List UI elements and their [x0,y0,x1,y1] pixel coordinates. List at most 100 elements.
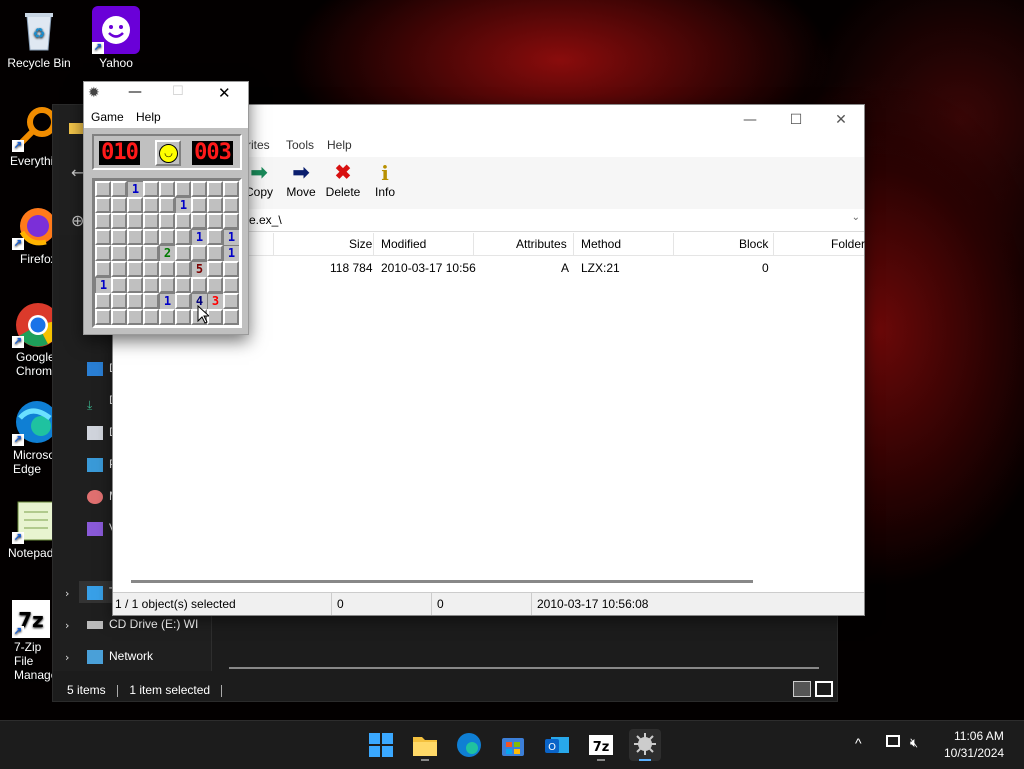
details-view-icon[interactable] [793,681,811,697]
column-method[interactable]: Method [581,237,621,251]
mine-cell-number[interactable]: 5 [191,261,207,277]
mine-cell[interactable] [191,277,207,293]
clock-date[interactable]: 10/31/2024 [944,746,1004,760]
column-attributes[interactable]: Attributes [516,237,567,251]
taskbar-edge[interactable] [453,729,485,761]
mine-cell[interactable] [111,309,127,325]
mine-cell[interactable] [127,293,143,309]
chevron-right-icon[interactable]: › [65,587,69,600]
mine-cell[interactable] [111,245,127,261]
mine-cell[interactable] [127,197,143,213]
desktop-icon-microsoft-edge[interactable]: ↗ Microsoft Edge [0,398,60,476]
mine-cell[interactable] [223,293,239,309]
mine-cell[interactable] [111,229,127,245]
mine-cell[interactable] [159,309,175,325]
minesweeper-titlebar[interactable]: ✹ — ☐ ✕ [84,82,248,106]
desktop-icon-notepad[interactable]: ↗ Notepad [0,496,60,560]
mine-cell-number[interactable]: 1 [159,293,175,309]
mine-cell[interactable] [175,277,191,293]
mine-cell[interactable] [143,181,159,197]
chevron-right-icon[interactable]: › [65,619,69,632]
desktop-icon-google-chrome[interactable]: ↗ Google Chrome [0,300,60,378]
mine-cell[interactable] [159,213,175,229]
mine-cell[interactable] [143,309,159,325]
menu-tools[interactable]: Tools [286,138,314,152]
mine-cell[interactable] [127,229,143,245]
mine-cell[interactable] [191,181,207,197]
minimize-button[interactable]: — [727,105,773,135]
taskbar-7zip[interactable]: 7z [585,729,617,761]
mine-cell[interactable] [127,213,143,229]
mine-cell[interactable] [111,213,127,229]
mine-cell[interactable] [207,181,223,197]
mine-cell[interactable] [95,181,111,197]
taskbar-file-explorer[interactable] [409,729,441,761]
mine-cell[interactable] [95,245,111,261]
mine-cell[interactable] [95,309,111,325]
mine-cell[interactable] [159,261,175,277]
mine-cell-number[interactable]: 1 [95,277,111,293]
mine-cell-number[interactable]: 1 [127,181,143,197]
mine-cell[interactable] [127,245,143,261]
mine-cell[interactable] [159,197,175,213]
mine-cell[interactable] [143,197,159,213]
mine-cell[interactable] [111,261,127,277]
desktop-icon-7zip[interactable]: 7z ↗ 7-Zip File Manager [0,600,60,682]
mine-cell[interactable] [223,277,239,293]
explorer-hscrollbar[interactable] [229,667,819,669]
desktop-icon-everything[interactable]: ↗ Everything [0,104,60,168]
mine-cell[interactable] [175,293,191,309]
mine-cell[interactable] [191,213,207,229]
chevron-right-icon[interactable]: › [65,651,69,664]
info-button[interactable]: i Info [359,161,411,199]
mine-cell[interactable] [223,309,239,325]
reset-smiley-button[interactable]: ◡ [155,140,181,166]
mine-cell[interactable] [175,213,191,229]
mine-cell[interactable] [95,197,111,213]
mine-cell[interactable] [207,309,223,325]
mine-cell[interactable] [175,181,191,197]
mine-cell[interactable] [95,229,111,245]
close-button[interactable]: ✕ [218,84,231,102]
mine-cell[interactable] [143,213,159,229]
mine-cell[interactable] [143,229,159,245]
mine-cell-number[interactable]: 2 [159,245,175,261]
mine-cell[interactable] [143,293,159,309]
volume-muted-icon[interactable]: 🔇︎ [910,735,918,751]
network-status-icon[interactable] [886,735,900,747]
menu-help[interactable]: Help [327,138,352,152]
mine-cell[interactable] [111,277,127,293]
chevron-down-icon[interactable]: ⌄ [852,212,860,223]
mine-cell[interactable] [111,293,127,309]
desktop-icon-firefox[interactable]: ↗ Firefox [0,202,60,266]
minesweeper-window[interactable]: ✹ — ☐ ✕ Game Help 010 ◡ 003 11112151143 [83,81,249,335]
mine-cell[interactable] [207,229,223,245]
mine-cell[interactable] [191,197,207,213]
mine-cell[interactable] [175,261,191,277]
mine-cell[interactable] [175,309,191,325]
taskbar-minesweeper[interactable] [629,729,661,761]
mine-cell[interactable] [143,245,159,261]
mine-cell[interactable] [207,213,223,229]
mine-cell[interactable] [159,229,175,245]
taskbar-store[interactable] [497,729,529,761]
close-button[interactable]: ✕ [818,105,864,135]
taskbar-outlook[interactable]: O [541,729,573,761]
mine-cell[interactable] [223,213,239,229]
column-modified[interactable]: Modified [381,237,426,251]
mine-cell[interactable] [159,181,175,197]
mine-cell[interactable] [127,309,143,325]
show-hidden-icons-chevron-icon[interactable]: ^ [855,735,862,751]
mine-cell[interactable] [191,245,207,261]
mine-cell[interactable] [95,293,111,309]
mine-cell-number[interactable]: 1 [175,197,191,213]
desktop-icon-yahoo-messenger[interactable]: ↗ Yahoo Messenger [78,6,154,70]
mine-cell[interactable] [127,277,143,293]
mine-cell[interactable] [207,261,223,277]
nav-item-cd-drive[interactable]: CD Drive (E:) WI [87,613,198,635]
mine-cell-number[interactable]: 1 [223,245,239,261]
tiles-view-icon[interactable] [815,681,833,697]
mine-cell[interactable] [223,261,239,277]
menu-help[interactable]: Help [136,110,161,124]
mine-cell[interactable] [207,197,223,213]
